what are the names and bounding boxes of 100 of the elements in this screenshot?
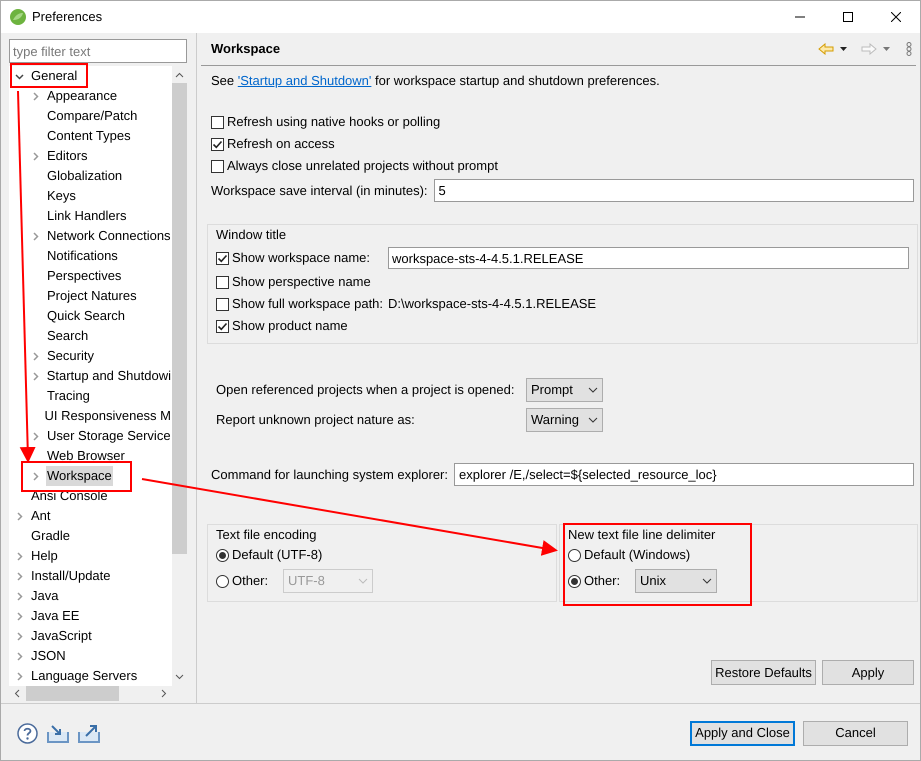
chevron-right-icon[interactable] [15,612,24,620]
field-label: Command for launching system explorer: [211,466,448,484]
tree-item[interactable]: Content Types [46,126,132,146]
caret-icon [702,578,712,584]
button[interactable]: Restore Defaults [711,660,816,685]
radio-button[interactable] [568,574,581,588]
dropdown[interactable]: Unix [635,569,717,593]
tree-item[interactable]: General [30,66,78,86]
radio-button[interactable] [216,574,229,588]
tree-item[interactable]: Search [46,326,90,346]
intro-text: See 'Startup and Shutdown' for workspace startup and shutdown preferences. [211,73,661,89]
scroll-left-icon[interactable] [14,689,20,698]
checkbox[interactable] [211,116,224,128]
chevron-right-icon[interactable] [31,472,40,480]
startup-link[interactable]: 'Startup and Shutdown' [238,73,372,88]
field-label: Workspace save interval (in minutes): [211,182,428,200]
export-icon[interactable] [78,724,100,742]
workspace-path: D:\workspace-sts-4-4.5.1.RELEASE [388,295,596,314]
tree-item[interactable]: Notifications [46,246,119,266]
maximize-icon[interactable] [843,12,853,22]
group-title: Window title [216,227,288,243]
group-title: Text file encoding [216,527,318,543]
chevron-right-icon[interactable] [31,352,40,360]
tree-item[interactable]: Project Natures [46,286,138,306]
dropdown-arrow-icon[interactable] [840,47,847,51]
tree-item[interactable]: Ant [30,506,52,526]
scroll-right-icon[interactable] [161,689,167,698]
tree-item[interactable]: Startup and Shutdowi [46,366,172,386]
caret-icon [588,417,598,423]
interval-field[interactable]: 5 [434,179,914,202]
tree-item[interactable]: Globalization [46,166,124,186]
tree-item[interactable]: JSON [30,646,67,666]
dropdown[interactable]: Prompt [526,378,603,402]
button[interactable]: Apply and Close [690,720,795,746]
tree-item[interactable]: Workspace [46,466,113,486]
tree-item[interactable]: Keys [46,186,77,206]
tree-item[interactable]: Language Servers [30,666,138,686]
chevron-down-icon[interactable] [15,72,24,80]
checkbox[interactable] [216,252,229,264]
checkbox[interactable] [211,160,224,172]
radio-button[interactable] [216,548,229,562]
caret-icon [358,578,368,584]
button[interactable]: Cancel [803,720,908,746]
scroll-down-icon[interactable] [175,674,184,680]
chevron-right-icon[interactable] [15,512,24,520]
chevron-right-icon[interactable] [15,672,24,680]
tree-item[interactable]: Security [46,346,95,366]
chevron-right-icon[interactable] [31,232,40,240]
button[interactable]: Apply [822,660,914,685]
radio-button[interactable] [568,548,581,562]
tree-item[interactable]: Java EE [30,606,80,626]
tree-item[interactable]: Compare/Patch [46,106,138,126]
scrollbar[interactable] [172,66,187,686]
tree-item[interactable]: Web Browser [46,446,126,466]
tree-item[interactable]: Help [30,546,59,566]
tree-item[interactable]: User Storage Service [46,426,172,446]
checkbox-label: Refresh on access [227,135,335,154]
chevron-right-icon[interactable] [15,632,24,640]
field-label: Report unknown project nature as: [216,411,416,430]
chevron-right-icon[interactable] [31,372,40,380]
workspace-name-field[interactable]: workspace-sts-4-4.5.1.RELEASE [388,247,909,269]
filter-field[interactable]: type filter text [9,39,187,63]
tree-item[interactable]: Perspectives [46,266,122,286]
field-label: Open referenced projects when a project is opened: [216,381,516,400]
chevron-right-icon[interactable] [31,152,40,160]
checkbox[interactable] [211,138,224,150]
tree-item[interactable]: Gradle [30,526,72,546]
checkbox[interactable] [216,276,229,288]
command-field[interactable]: explorer /E,/select=${selected_resource_loc} [454,463,914,486]
tree-item[interactable]: Appearance [46,86,118,106]
close-icon[interactable] [891,12,901,22]
view-menu-icon[interactable] [906,42,912,56]
window-title: Preferences [32,8,102,26]
caret-icon [588,387,598,393]
tree-item[interactable]: Link Handlers [46,206,128,226]
checkbox-label: Always close unrelated projects without prompt [227,157,498,176]
chevron-right-icon[interactable] [15,652,24,660]
help-icon[interactable] [17,722,38,744]
tree-item[interactable]: Quick Search [46,306,126,326]
checkbox[interactable] [216,298,229,310]
checkbox[interactable] [216,320,229,332]
scroll-up-icon[interactable] [175,72,184,78]
import-icon[interactable] [47,724,69,742]
tree-item[interactable]: Ansi Console [30,486,109,506]
chevron-right-icon[interactable] [31,92,40,100]
chevron-right-icon[interactable] [15,592,24,600]
dropdown[interactable]: Warning [526,408,603,432]
tree-item[interactable]: Java [30,586,60,606]
tree-item[interactable]: Install/Update [30,566,112,586]
checkbox-label: Show product name [232,317,349,336]
tree-item[interactable]: Network Connections [46,226,172,246]
tree-item[interactable]: Tracing [46,386,91,406]
radio-label: Default (Windows) [584,546,690,564]
radio-label: Other: [584,572,622,590]
chevron-right-icon[interactable] [15,552,24,560]
tree-item[interactable]: UI Responsiveness M [44,406,172,426]
chevron-right-icon[interactable] [31,432,40,440]
tree-item[interactable]: Editors [46,146,88,166]
tree-item[interactable]: JavaScript [30,626,93,646]
chevron-right-icon[interactable] [15,572,24,580]
